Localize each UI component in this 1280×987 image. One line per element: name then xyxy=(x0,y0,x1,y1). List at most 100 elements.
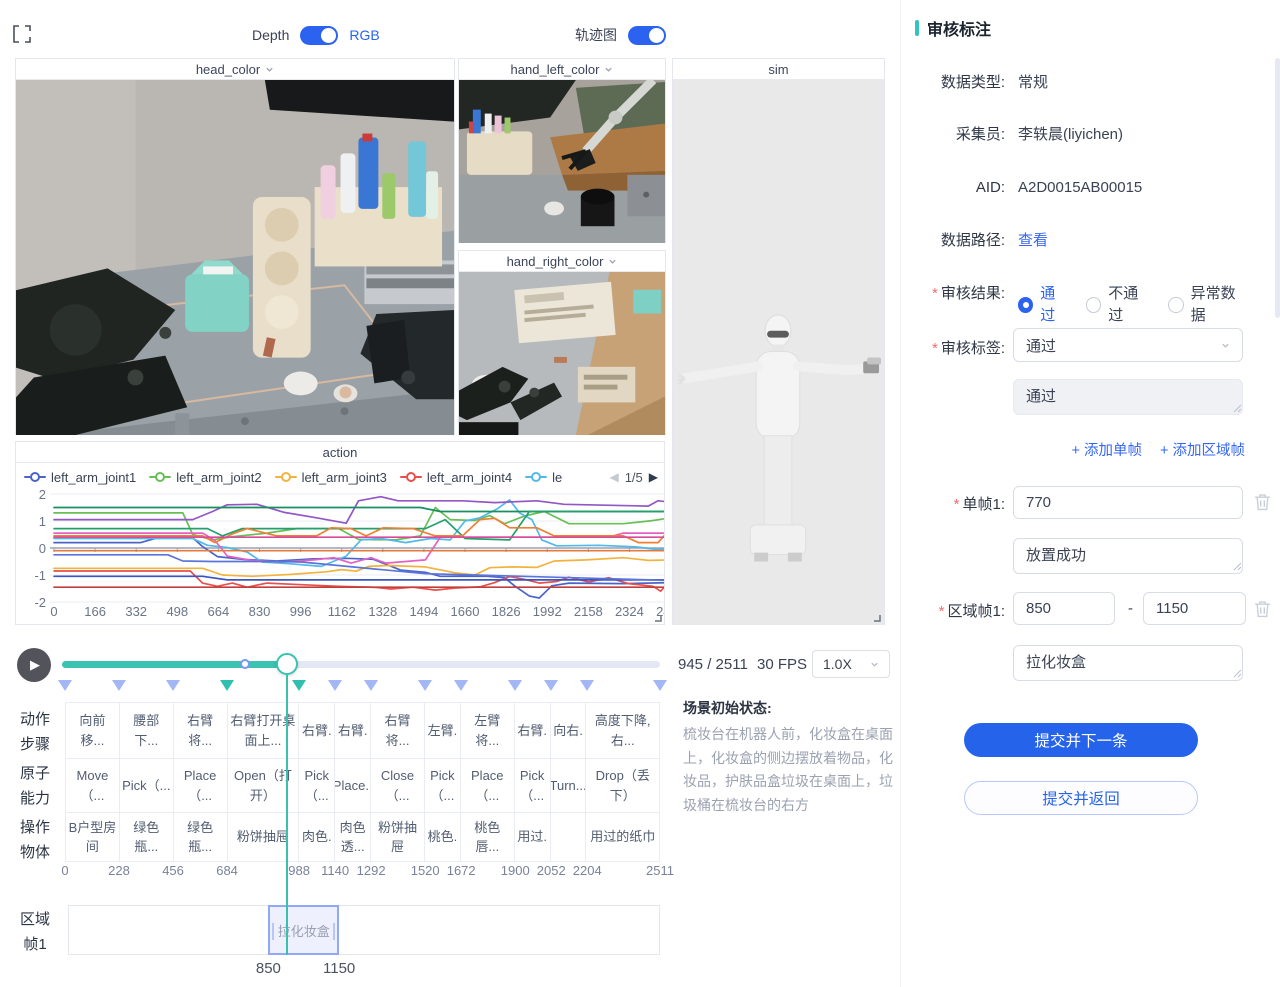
legend-item[interactable]: left_arm_joint4 xyxy=(400,470,512,485)
radio-icon[interactable] xyxy=(1168,297,1183,313)
legend-prev-icon[interactable]: ◀ xyxy=(609,470,618,484)
action-step-cell[interactable]: 向前移... xyxy=(66,703,120,758)
action-step-cell[interactable]: 左臂将... xyxy=(461,703,515,758)
depth-rgb-toggle[interactable] xyxy=(300,26,338,45)
action-step-cell[interactable]: 右臂. xyxy=(335,703,371,758)
add-region-frame-link[interactable]: + 添加区域帧 xyxy=(1160,439,1245,460)
add-single-frame-link[interactable]: + 添加单帧 xyxy=(1072,439,1143,460)
operated-object-cell[interactable]: 肉色. xyxy=(299,813,335,861)
action-step-cell[interactable]: 高度下降, 右... xyxy=(586,703,659,758)
operated-object-cell[interactable]: 绿色瓶... xyxy=(120,813,174,861)
segment-marker-icon[interactable] xyxy=(220,680,234,698)
submit-back-button[interactable]: 提交并返回 xyxy=(964,781,1198,815)
operated-object-cell[interactable] xyxy=(551,813,587,861)
operated-object-cell[interactable]: 桃色. xyxy=(425,813,461,861)
radio-checked-icon[interactable] xyxy=(1018,297,1033,313)
operated-object-cell[interactable]: 用过. xyxy=(515,813,551,861)
svg-text:1826: 1826 xyxy=(492,604,521,619)
atomic-ability-cell[interactable]: Place.. xyxy=(335,759,371,812)
atomic-ability-cell[interactable]: Drop（丢下） xyxy=(586,759,659,812)
review-panel: 审核标注 数据类型:常规采集员:李轶晨(liyichen)AID:A2D0015… xyxy=(900,0,1280,987)
timeline-slider-handle[interactable] xyxy=(276,653,298,675)
segment-marker-icon[interactable] xyxy=(364,680,378,698)
legend-next-icon[interactable]: ▶ xyxy=(649,470,658,484)
segment-marker-icon[interactable] xyxy=(653,680,667,698)
info-row: AID:A2D0015AB00015 xyxy=(905,177,1265,199)
segment-marker-icon[interactable] xyxy=(454,680,468,698)
hand-right-camera-selector[interactable]: hand_right_color xyxy=(459,251,665,272)
trajectory-toggle[interactable] xyxy=(628,26,666,45)
operated-object-cell[interactable]: 粉饼抽屉 xyxy=(228,813,300,861)
play-button[interactable]: ▶ xyxy=(17,648,51,682)
tag-note-textarea[interactable]: 通过 xyxy=(1013,379,1243,415)
data-path-link[interactable]: 查看 xyxy=(1018,230,1048,252)
action-step-cell[interactable]: 右臂. xyxy=(299,703,335,758)
segment-marker-icon[interactable] xyxy=(544,680,558,698)
action-step-cell[interactable]: 右臂打开桌面上... xyxy=(228,703,300,758)
legend-item[interactable]: le xyxy=(525,470,562,485)
speed-select[interactable]: 1.0X xyxy=(812,650,890,678)
legend-item[interactable]: left_arm_joint2 xyxy=(149,470,261,485)
operated-object-cell[interactable]: 肉色透... xyxy=(335,813,371,861)
playhead-line[interactable] xyxy=(286,675,288,955)
fullscreen-icon[interactable] xyxy=(13,25,31,43)
panel-scrollbar[interactable] xyxy=(1275,58,1280,318)
region-frame-bar[interactable] xyxy=(68,905,660,955)
svg-text:332: 332 xyxy=(125,604,147,619)
legend-item[interactable]: left_arm_joint3 xyxy=(275,470,387,485)
atomic-ability-cell[interactable]: Pick（... xyxy=(425,759,461,812)
atomic-ability-cell[interactable]: Place（... xyxy=(461,759,515,812)
segment-marker-icon[interactable] xyxy=(328,680,342,698)
submit-next-button[interactable]: 提交并下一条 xyxy=(964,723,1198,757)
action-step-cell[interactable]: 右臂. xyxy=(515,703,551,758)
atomic-ability-cell[interactable]: Open（打开） xyxy=(228,759,300,812)
chevron-down-icon xyxy=(1221,341,1230,350)
atomic-ability-cell[interactable]: Close（... xyxy=(371,759,425,812)
region-frame-note-textarea[interactable]: 拉化妆盒 xyxy=(1013,645,1243,681)
radio-option-label: 通过 xyxy=(1040,283,1069,327)
resize-corner-icon[interactable] xyxy=(871,612,881,622)
operated-object-cell[interactable]: 桃色唇... xyxy=(461,813,515,861)
action-step-cell[interactable]: 右臂将... xyxy=(371,703,425,758)
atomic-ability-cell[interactable]: Pick（... xyxy=(299,759,335,812)
review-result-option[interactable]: 不通过 xyxy=(1086,283,1151,327)
segment-marker-icon[interactable] xyxy=(166,680,180,698)
atomic-ability-cell[interactable]: Pick（... xyxy=(120,759,174,812)
region-frame-block[interactable]: 拉化妆盒 xyxy=(268,905,339,955)
segment-marker-icon[interactable] xyxy=(292,680,306,698)
region-start-input[interactable] xyxy=(1013,592,1115,625)
legend-item[interactable]: left_arm_joint1 xyxy=(24,470,136,485)
resize-corner-icon[interactable] xyxy=(652,612,662,622)
head-camera-selector[interactable]: head_color xyxy=(16,59,454,80)
operated-object-cell[interactable]: B户型房间 xyxy=(66,813,120,861)
hand-left-camera-selector[interactable]: hand_left_color xyxy=(459,59,665,80)
segment-marker-icon[interactable] xyxy=(112,680,126,698)
atomic-ability-cell[interactable]: Move（... xyxy=(66,759,120,812)
action-step-cell[interactable]: 左臂. xyxy=(425,703,461,758)
review-result-option[interactable]: 异常数据 xyxy=(1168,283,1248,327)
operated-object-cell[interactable]: 用过的纸巾 xyxy=(586,813,659,861)
radio-icon[interactable] xyxy=(1086,297,1101,313)
review-result-option[interactable]: 通过 xyxy=(1018,283,1069,327)
review-tag-select[interactable]: 通过 xyxy=(1013,328,1243,362)
segment-marker-icon[interactable] xyxy=(58,680,72,698)
action-step-cell[interactable]: 向右. xyxy=(551,703,587,758)
atomic-ability-cell[interactable]: Turn... xyxy=(551,759,587,812)
delete-single-frame-icon[interactable] xyxy=(1254,493,1271,511)
segment-marker-icon[interactable] xyxy=(508,680,522,698)
atomic-ability-cell[interactable]: Pick（... xyxy=(515,759,551,812)
single-frame-input[interactable] xyxy=(1013,486,1243,519)
segment-marker-icon[interactable] xyxy=(418,680,432,698)
action-step-cell[interactable]: 右臂将... xyxy=(174,703,228,758)
rgb-label: RGB xyxy=(349,25,379,45)
operated-object-cell[interactable]: 绿色瓶... xyxy=(174,813,228,861)
atomic-ability-cell[interactable]: Place（... xyxy=(174,759,228,812)
single-frame-note-textarea[interactable]: 放置成功 xyxy=(1013,538,1243,574)
region-end-input[interactable] xyxy=(1143,592,1246,625)
region-left-handle[interactable] xyxy=(272,923,274,940)
region-right-handle[interactable] xyxy=(333,923,335,940)
segment-marker-icon[interactable] xyxy=(580,680,594,698)
action-step-cell[interactable]: 腰部下... xyxy=(120,703,174,758)
delete-region-frame-icon[interactable] xyxy=(1254,600,1271,618)
operated-object-cell[interactable]: 粉饼抽屉 xyxy=(371,813,425,861)
